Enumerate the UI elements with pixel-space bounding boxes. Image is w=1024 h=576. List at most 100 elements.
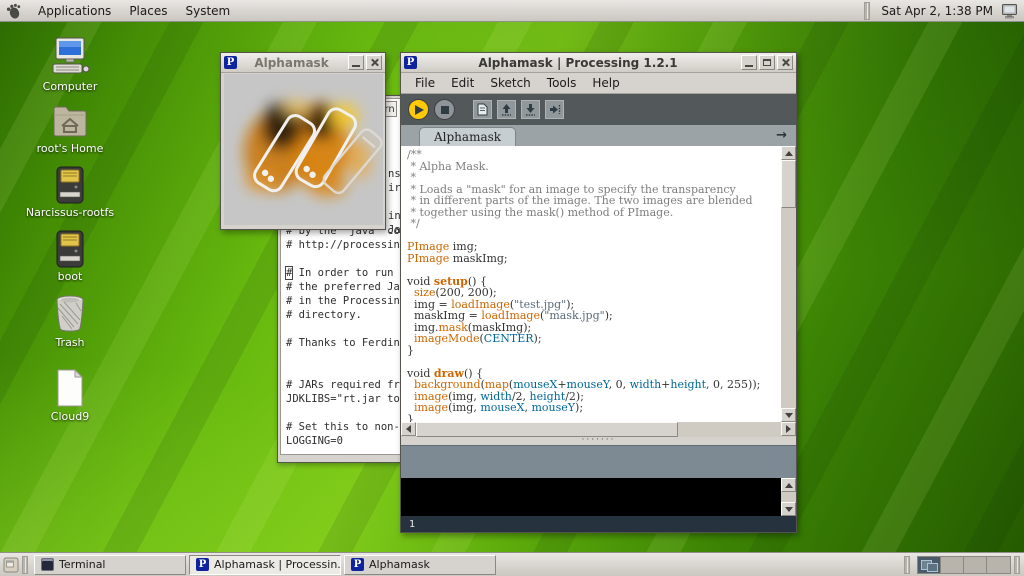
processing-ide-window[interactable]: P Alphamask | Processing 1.2.1 File Edit… (400, 52, 797, 533)
desktop-icon-label: Computer (18, 80, 122, 93)
console-splitter[interactable]: ······· (401, 437, 796, 445)
scroll-left-button[interactable] (401, 422, 416, 436)
menu-sketch[interactable]: Sketch (482, 74, 538, 92)
menu-applications[interactable]: Applications (29, 0, 120, 22)
ide-menubar: File Edit Sketch Tools Help (401, 73, 796, 94)
menu-file[interactable]: File (407, 74, 443, 92)
minimize-button[interactable] (741, 55, 757, 70)
current-line-number: 1 (409, 519, 415, 530)
menu-tools[interactable]: Tools (539, 74, 585, 92)
scrollbar-thumb[interactable] (781, 160, 796, 208)
open-icon (500, 103, 513, 116)
close-button[interactable] (366, 55, 382, 70)
workspace-4[interactable] (987, 557, 1010, 573)
taskbar-item-processing-ide[interactable]: P Alphamask | Processin... (189, 555, 341, 575)
trash-icon (51, 294, 89, 334)
scroll-down-button[interactable] (781, 502, 796, 516)
code-line: * together using the mask() method of PI… (407, 207, 778, 219)
gnome-foot-icon[interactable] (5, 2, 23, 20)
close-icon (781, 58, 790, 67)
desktop-icon-computer[interactable]: Computer (18, 36, 122, 93)
terminal-line-fragment: ns (388, 168, 401, 180)
taskbar-item-terminal[interactable]: Terminal (34, 555, 186, 575)
scroll-up-button[interactable] (781, 478, 796, 492)
desktop-icon-cloud9[interactable]: Cloud9 (18, 368, 122, 423)
export-button[interactable] (545, 100, 564, 119)
taskbar-drag-handle[interactable] (1014, 556, 1020, 574)
arrow-left-icon (406, 425, 411, 433)
taskbar-drag-handle[interactable] (22, 556, 28, 574)
code-line: image(img, mouseX, mouseY); (407, 402, 778, 414)
export-icon (548, 103, 561, 116)
clock[interactable]: Sat Apr 2, 1:38 PM (873, 4, 1001, 18)
open-button[interactable] (497, 100, 516, 119)
taskbar-item-alphamask[interactable]: P Alphamask (344, 555, 496, 575)
workspace-switcher (917, 556, 1011, 574)
close-button[interactable] (777, 55, 793, 70)
terminal-line (281, 406, 401, 420)
desktop-icon-label: Cloud9 (18, 410, 122, 423)
code-editor[interactable]: /** * Alpha Mask. * * Loads a "mask" for… (401, 146, 796, 422)
arrow-right-icon (786, 425, 791, 433)
code-line: } (407, 414, 778, 423)
message-area (401, 445, 796, 478)
panel-drag-handle[interactable] (864, 2, 870, 20)
workspace-2[interactable] (941, 557, 964, 573)
workspace-3[interactable] (964, 557, 987, 573)
stop-button[interactable] (434, 99, 455, 120)
code-line: */ (407, 218, 778, 230)
ide-titlebar[interactable]: P Alphamask | Processing 1.2.1 (401, 53, 796, 73)
arrow-down-icon (785, 507, 793, 512)
desktop-icon-boot[interactable]: boot (18, 230, 122, 283)
processing-icon: P (224, 56, 237, 69)
tab-alphamask[interactable]: Alphamask (419, 127, 516, 146)
editor-vertical-scrollbar[interactable] (781, 146, 796, 422)
terminal-icon (41, 558, 54, 571)
arrow-up-icon (785, 483, 793, 488)
menu-places[interactable]: Places (120, 0, 176, 22)
desktop-icon-label: boot (18, 270, 122, 283)
console-vertical-scrollbar[interactable] (781, 478, 796, 516)
workspace-1[interactable] (918, 557, 941, 573)
splitter-grip-dots: ······· (581, 438, 615, 442)
arrow-down-icon (785, 413, 793, 418)
stop-icon (441, 106, 449, 114)
maximize-button[interactable] (759, 55, 775, 70)
taskbar: Terminal P Alphamask | Processin... P Al… (0, 552, 1024, 576)
new-sketch-button[interactable] (473, 100, 492, 119)
drive-icon (52, 230, 88, 268)
sketch-window-titlebar[interactable]: P Alphamask (221, 53, 385, 73)
save-button[interactable] (521, 100, 540, 119)
processing-icon: P (196, 558, 209, 571)
run-button[interactable] (408, 99, 429, 120)
scroll-up-button[interactable] (781, 146, 796, 160)
taskbar-item-label: Alphamask | Processin... (214, 558, 341, 571)
terminal-line: # directory. (281, 308, 401, 322)
taskbar-drag-handle[interactable] (904, 556, 910, 574)
desktop-icon-trash[interactable]: Trash (18, 294, 122, 349)
tab-menu-arrow-icon[interactable]: → (776, 128, 787, 143)
sketch-output-window[interactable]: P Alphamask (220, 52, 386, 230)
scrollbar-thumb[interactable] (416, 422, 678, 437)
terminal-line: # http://processing (281, 238, 401, 252)
scroll-right-button[interactable] (781, 422, 796, 436)
code-line: } (407, 345, 778, 357)
desktop-icon-narcissus-rootfs[interactable]: Narcissus-rootfs (18, 166, 122, 219)
minimize-button[interactable] (348, 55, 364, 70)
menu-edit[interactable]: Edit (443, 74, 482, 92)
sketch-canvas[interactable] (224, 74, 383, 225)
terminal-line: # in the Processing (281, 294, 401, 308)
menu-system[interactable]: System (176, 0, 239, 22)
display-applet-icon[interactable] (1001, 3, 1018, 19)
editor-horizontal-scrollbar[interactable] (401, 422, 796, 437)
alphamask-render (224, 74, 383, 225)
ide-tabstrip: Alphamask → (401, 125, 796, 146)
desktop-wallpaper: Computer root's Home Narcissus-rootfs (0, 0, 1024, 576)
menu-help[interactable]: Help (584, 74, 627, 92)
terminal-lines: # by the "java" cor# http://processing #… (281, 224, 401, 448)
console-area[interactable] (401, 478, 796, 516)
desktop-icon-label: Trash (18, 336, 122, 349)
desktop-icon-home[interactable]: root's Home (18, 102, 122, 155)
scroll-down-button[interactable] (781, 408, 796, 422)
show-desktop-icon[interactable] (3, 557, 19, 573)
